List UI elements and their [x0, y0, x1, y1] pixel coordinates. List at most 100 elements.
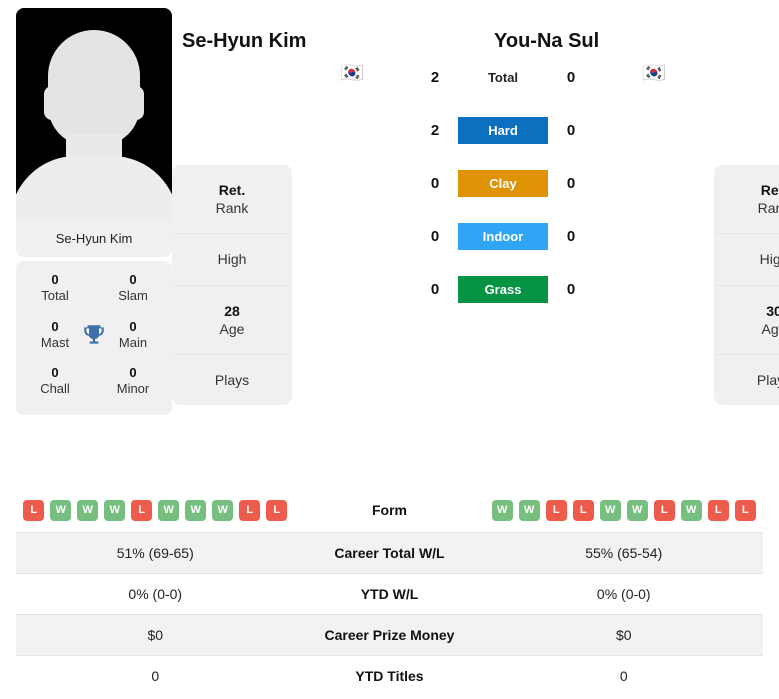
title-value: 0: [129, 365, 137, 380]
form-badge-win: W: [104, 499, 126, 521]
h2h-row-grass: 0 Grass 0: [292, 276, 714, 303]
titles-row: 0 Chall 0 Minor: [16, 358, 172, 405]
stat-row-career-prize-money: $0 Career Prize Money $0: [16, 614, 763, 655]
stat-left-value: 51% (69-65): [116, 545, 194, 561]
info-cell-rank: Ret. Rank: [172, 165, 292, 235]
player-left-form: LWWWLWWWLL: [16, 499, 295, 521]
info-label: Age: [219, 320, 245, 337]
stat-left-value: 0: [151, 668, 160, 684]
form-badge-list: LWWWLWWWLL: [16, 499, 295, 521]
form-badge-win: W: [518, 499, 540, 521]
title-value: 0: [129, 318, 137, 334]
form-badge-loss: L: [23, 499, 45, 521]
form-badge-win: W: [599, 499, 621, 521]
form-badge-loss: L: [266, 499, 288, 521]
title-stat-minor: 0 Minor: [108, 365, 158, 398]
h2h-row-total: 2 Total 0: [292, 64, 714, 91]
h2h-surface-clay-pill[interactable]: Clay: [458, 170, 548, 197]
title-label: Total: [41, 288, 69, 304]
stat-row-label: YTD Titles: [355, 668, 424, 684]
trophy-icon: [81, 322, 107, 348]
stats-comparison-table: LWWWLWWWLL Form WWLLWWLWLL 51% (69-65) C…: [16, 488, 763, 696]
comparison-top-region: Se-Hyun Kim 0 Total 0 Slam 0 Mast 0 Main…: [0, 0, 779, 470]
h2h-surface-scoreboard: 🇰🇷 🇰🇷 2 Total 0 2 Hard 0 0 Clay 0 0 Indo…: [292, 8, 714, 303]
h2h-left-score: 0: [430, 228, 440, 245]
info-label: Rank: [215, 200, 249, 217]
h2h-left-score: 2: [430, 69, 440, 86]
h2h-left-score: 2: [430, 122, 440, 139]
stat-row-ytd-wl: 0% (0-0) YTD W/L 0% (0-0): [16, 573, 763, 614]
form-badge-win: W: [50, 499, 72, 521]
info-cell-plays: Plays: [714, 355, 779, 405]
info-value: 30: [766, 302, 779, 319]
player-left-photo-column: Se-Hyun Kim 0 Total 0 Slam 0 Mast 0 Main…: [16, 8, 172, 415]
stat-row-ytd-titles: 0 YTD Titles 0: [16, 655, 763, 696]
stat-right-value: 55% (65-54): [585, 545, 663, 561]
form-badge-win: W: [185, 499, 207, 521]
title-stat-main: 0 Main: [108, 319, 158, 352]
stat-row-form: LWWWLWWWLL Form WWLLWWLWLL: [16, 488, 763, 532]
title-label: Slam: [118, 288, 148, 304]
stat-left-value: $0: [147, 627, 164, 643]
form-badge-loss: L: [545, 499, 567, 521]
stat-row-label: Form: [372, 502, 407, 518]
h2h-row-clay: 0 Clay 0: [292, 170, 714, 197]
h2h-left-score: 0: [430, 281, 440, 298]
h2h-surface-indoor-pill[interactable]: Indoor: [458, 223, 548, 250]
h2h-comparison-page: Se-Hyun Kim You-Na Sul Se-Hyun Kim 0 Tot…: [0, 0, 779, 699]
player-left-info-card: Ret. Rank High 28 Age Plays: [172, 165, 292, 406]
form-badge-win: W: [158, 499, 180, 521]
title-value: 0: [51, 272, 59, 287]
stat-row-label: Career Prize Money: [324, 627, 455, 643]
title-value: 0: [51, 318, 59, 334]
info-value: 28: [224, 302, 240, 319]
stat-left-value: 0% (0-0): [128, 586, 183, 602]
silhouette-body-icon: [16, 156, 172, 222]
h2h-row-hard: 2 Hard 0: [292, 117, 714, 144]
player-left-avatar: [16, 8, 172, 222]
silhouette-ear-left-icon: [44, 86, 60, 120]
form-badge-win: W: [77, 499, 99, 521]
form-badge-loss: L: [239, 499, 261, 521]
stat-right-value: 0% (0-0): [596, 586, 651, 602]
info-cell-high: High: [714, 234, 779, 286]
stat-row-career-total-wl: 51% (69-65) Career Total W/L 55% (65-54): [16, 532, 763, 573]
h2h-surface-label: Total: [487, 70, 519, 85]
info-cell-age: 30 Age: [714, 286, 779, 355]
title-value: 0: [51, 365, 59, 380]
player-left-info-column: Ret. Rank High 28 Age Plays: [172, 8, 292, 406]
player-left-photo-card[interactable]: Se-Hyun Kim: [16, 8, 172, 257]
silhouette-ear-right-icon: [128, 86, 144, 120]
title-value: 0: [129, 272, 137, 287]
info-cell-plays: Plays: [172, 355, 292, 405]
info-value: Ret.: [218, 182, 246, 198]
stat-right-value: $0: [615, 627, 632, 643]
info-label: High: [759, 251, 779, 268]
h2h-row-indoor: 0 Indoor 0: [292, 223, 714, 250]
title-stat-chall: 0 Chall: [30, 365, 80, 398]
h2h-surface-hard-pill[interactable]: Hard: [458, 117, 548, 144]
form-badge-loss: L: [572, 499, 594, 521]
player-right-info-column: Ret. Rank High 30 Age Plays: [714, 8, 779, 406]
title-stat-total: 0 Total: [30, 272, 80, 305]
h2h-right-score: 0: [566, 175, 576, 192]
info-cell-rank: Ret. Rank: [714, 165, 779, 235]
info-value: Ret.: [760, 182, 779, 198]
h2h-right-score: 0: [566, 122, 576, 139]
form-badge-win: W: [491, 499, 513, 521]
form-badge-win: W: [680, 499, 702, 521]
form-badge-loss: L: [707, 499, 729, 521]
h2h-surface-grass-pill[interactable]: Grass: [458, 276, 548, 303]
title-stat-slam: 0 Slam: [108, 272, 158, 305]
title-label: Mast: [40, 334, 70, 350]
player-left-photo-caption: Se-Hyun Kim: [55, 231, 133, 246]
info-label: Plays: [756, 371, 779, 388]
title-label: Minor: [116, 381, 150, 397]
stat-row-label: YTD W/L: [360, 586, 419, 602]
title-stat-mast: 0 Mast: [30, 319, 80, 352]
form-badge-win: W: [626, 499, 648, 521]
player-right-info-card: Ret. Rank High 30 Age Plays: [714, 165, 779, 406]
h2h-right-score: 0: [566, 69, 576, 86]
title-label: Main: [118, 334, 148, 350]
form-badge-loss: L: [653, 499, 675, 521]
